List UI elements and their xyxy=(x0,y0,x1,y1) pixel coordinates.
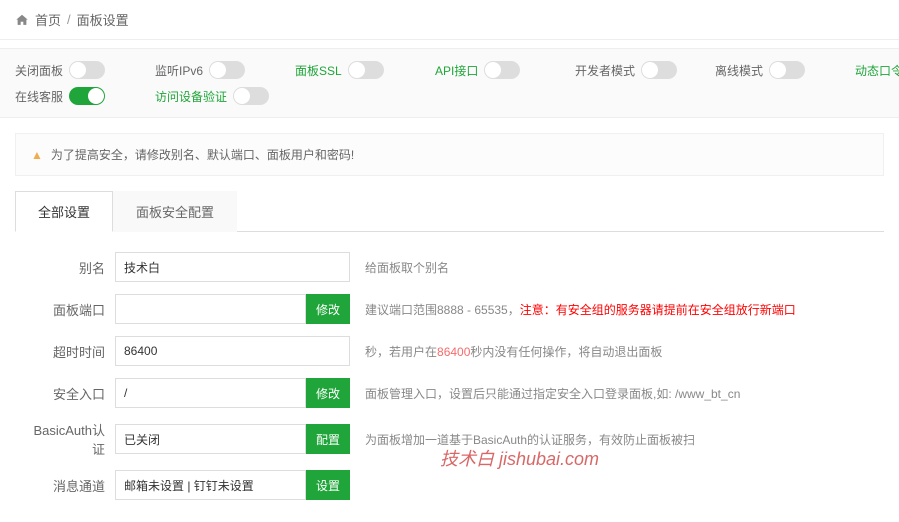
input-timeout[interactable] xyxy=(115,336,350,366)
tab-security-config[interactable]: 面板安全配置 xyxy=(113,191,237,232)
input-entry[interactable] xyxy=(115,378,306,408)
toggle-switch[interactable] xyxy=(348,61,384,79)
breadcrumb-sep: / xyxy=(67,12,71,27)
toggle-row-2: 在线客服 访问设备验证 xyxy=(15,87,884,105)
warning-text: 为了提高安全，请修改别名、默认端口、面板用户和密码! xyxy=(51,146,354,163)
tip-alias: 给面板取个别名 xyxy=(365,259,869,276)
tip-timeout: 秒，若用户在86400秒内没有任何操作，将自动退出面板 xyxy=(365,343,869,360)
toggle-panel: 关闭面板 监听IPv6 面板SSL API接口 开发者模式 离线模式 动态口令认证 在线客服… xyxy=(0,48,899,118)
toggle-item-动态口令认证: 动态口令认证 xyxy=(855,61,899,79)
label-timeout: 超时时间 xyxy=(30,342,115,361)
label-msgchannel: 消息通道 xyxy=(30,476,115,495)
home-icon xyxy=(15,12,29,28)
row-port: 面板端口 修改 建议端口范围8888 - 65535，注意：有安全组的服务器请提… xyxy=(30,294,869,324)
input-alias[interactable] xyxy=(115,252,350,282)
toggle-switch[interactable] xyxy=(69,61,105,79)
toggle-item-在线客服: 在线客服 xyxy=(15,87,155,105)
toggle-item-访问设备验证: 访问设备验证 xyxy=(155,87,295,105)
toggle-label: 开发者模式 xyxy=(575,62,635,79)
form-area: 别名 给面板取个别名 面板端口 修改 建议端口范围8888 - 65535，注意… xyxy=(0,232,899,522)
toggle-label: 关闭面板 xyxy=(15,62,63,79)
toggle-switch[interactable] xyxy=(641,61,677,79)
toggle-switch[interactable] xyxy=(769,61,805,79)
label-alias: 别名 xyxy=(30,258,115,277)
tabs: 全部设置 面板安全配置 xyxy=(15,191,884,232)
input-port[interactable] xyxy=(115,294,306,324)
row-msgchannel: 消息通道 设置 xyxy=(30,470,869,500)
btn-config-basicauth[interactable]: 配置 xyxy=(306,424,350,454)
btn-modify-port[interactable]: 修改 xyxy=(306,294,350,324)
row-alias: 别名 给面板取个别名 xyxy=(30,252,869,282)
toggle-label: API接口 xyxy=(435,62,478,79)
breadcrumb-current: 面板设置 xyxy=(77,10,129,29)
label-entry: 安全入口 xyxy=(30,384,115,403)
row-entry: 安全入口 修改 面板管理入口，设置后只能通过指定安全入口登录面板,如: /www… xyxy=(30,378,869,408)
row-basicauth: BasicAuth认证 配置 为面板增加一道基于BasicAuth的认证服务，有… xyxy=(30,420,869,458)
toggle-row-1: 关闭面板监听IPv6面板SSLAPI接口开发者模式离线模式动态口令认证 xyxy=(15,61,884,79)
tip-basicauth: 为面板增加一道基于BasicAuth的认证服务，有效防止面板被扫 xyxy=(365,431,869,448)
breadcrumb-home[interactable]: 首页 xyxy=(35,10,61,29)
btn-set-msgchannel[interactable]: 设置 xyxy=(306,470,350,500)
label-basicauth: BasicAuth认证 xyxy=(30,420,115,458)
input-basicauth[interactable] xyxy=(115,424,306,454)
tip-port: 建议端口范围8888 - 65535，注意：有安全组的服务器请提前在安全组放行新… xyxy=(365,301,869,318)
warning-banner: ▲ 为了提高安全，请修改别名、默认端口、面板用户和密码! xyxy=(15,133,884,176)
toggle-label: 在线客服 xyxy=(15,88,63,105)
tip-entry: 面板管理入口，设置后只能通过指定安全入口登录面板,如: /www_bt_cn xyxy=(365,385,869,402)
toggle-switch[interactable] xyxy=(484,61,520,79)
toggle-label: 监听IPv6 xyxy=(155,62,203,79)
toggle-item-监听IPv6: 监听IPv6 xyxy=(155,61,295,79)
toggle-item-关闭面板: 关闭面板 xyxy=(15,61,155,79)
toggle-item-API接口: API接口 xyxy=(435,61,575,79)
label-port: 面板端口 xyxy=(30,300,115,319)
toggle-item-面板SSL: 面板SSL xyxy=(295,61,435,79)
toggle-switch[interactable] xyxy=(209,61,245,79)
toggle-label: 面板SSL xyxy=(295,62,342,79)
warning-icon: ▲ xyxy=(31,148,43,162)
toggle-switch[interactable] xyxy=(69,87,105,105)
toggle-item-开发者模式: 开发者模式 xyxy=(575,61,715,79)
tab-all-settings[interactable]: 全部设置 xyxy=(15,191,113,232)
row-timeout: 超时时间 秒，若用户在86400秒内没有任何操作，将自动退出面板 xyxy=(30,336,869,366)
toggle-switch[interactable] xyxy=(233,87,269,105)
input-msgchannel[interactable] xyxy=(115,470,306,500)
toggle-label: 访问设备验证 xyxy=(155,88,227,105)
btn-modify-entry[interactable]: 修改 xyxy=(306,378,350,408)
toggle-item-离线模式: 离线模式 xyxy=(715,61,855,79)
toggle-label: 动态口令认证 xyxy=(855,62,899,79)
toggle-label: 离线模式 xyxy=(715,62,763,79)
breadcrumb: 首页 / 面板设置 xyxy=(0,0,899,40)
